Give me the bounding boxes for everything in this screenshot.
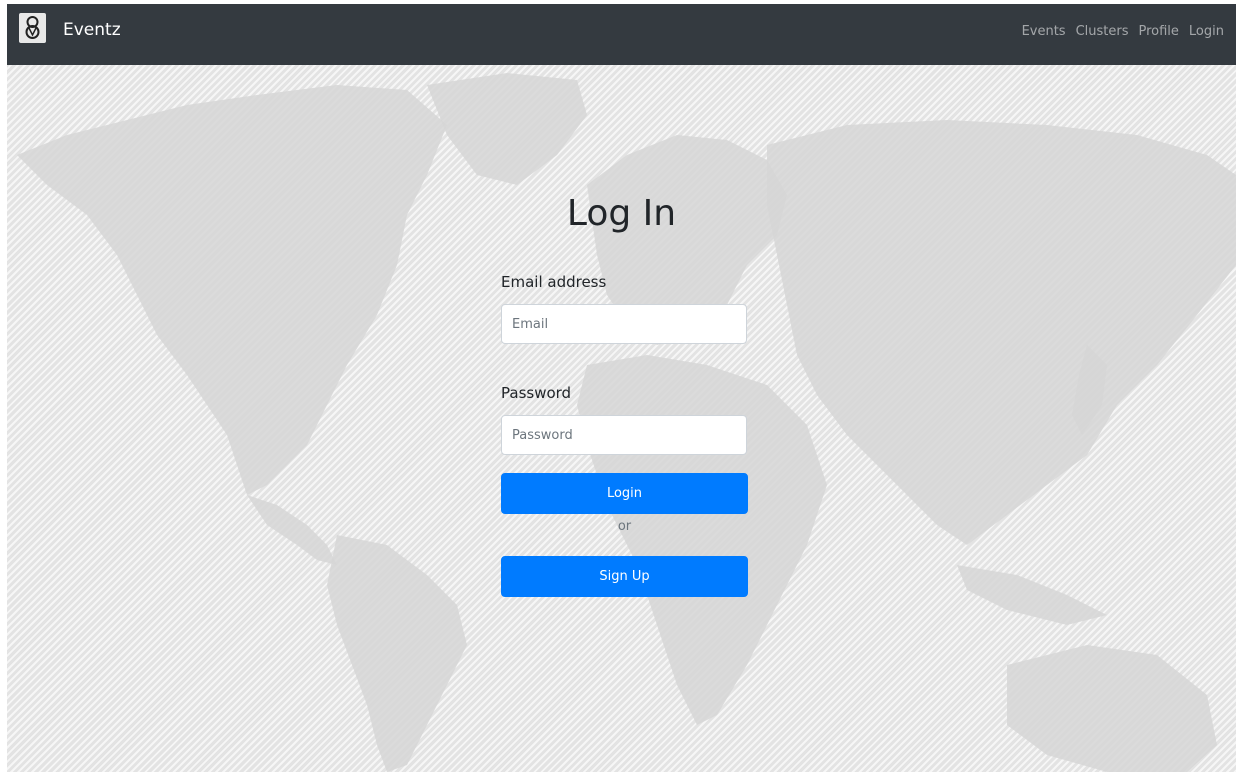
nav-link-login[interactable]: Login [1189,24,1224,40]
location-pin-logo-icon[interactable] [19,13,46,43]
navbar: Eventz Events Clusters Profile Login [7,4,1236,65]
login-button[interactable]: Login [501,473,748,514]
nav-link-events[interactable]: Events [1022,24,1066,40]
nav-link-clusters[interactable]: Clusters [1076,24,1129,40]
nav-links: Events Clusters Profile Login [1022,24,1224,40]
password-label: Password [501,384,572,402]
or-separator: or [617,519,632,534]
page-title: Log In [566,193,677,234]
brand-name[interactable]: Eventz [63,20,121,40]
page-frame: Log In Email address Password Login or S… [7,4,1236,772]
email-label: Email address [501,273,607,291]
content-area: Log In Email address Password Login or S… [7,4,1236,772]
signup-button[interactable]: Sign Up [501,556,748,597]
nav-link-profile[interactable]: Profile [1139,24,1179,40]
email-input[interactable] [501,304,747,344]
password-input[interactable] [501,415,747,455]
